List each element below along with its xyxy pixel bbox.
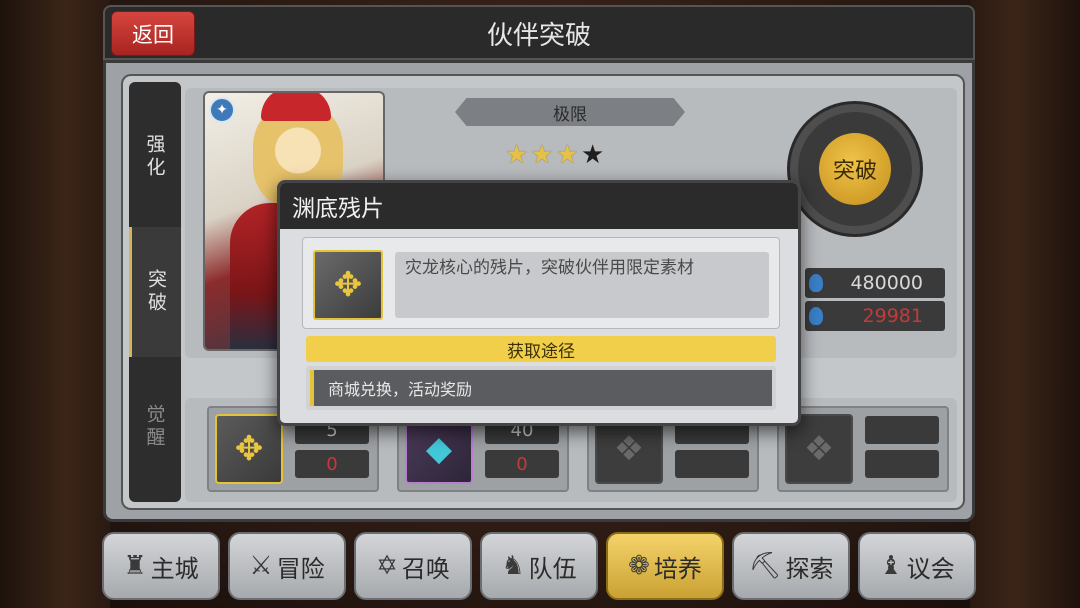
page-title: 伙伴突破: [486, 21, 591, 51]
nav-label: 培养: [653, 554, 702, 583]
nav-council[interactable]: ♝ 议会: [858, 532, 976, 600]
nav-label: 队伍: [528, 554, 577, 583]
summon-circle-icon: ✡: [376, 551, 398, 581]
item-info-dialog[interactable]: 渊底残片 ✥ 灾龙核心的残片，突破伙伴用限定素材 获取途径 商城兑换，活动奖励: [277, 180, 801, 426]
nav-main-city[interactable]: ♜ 主城: [102, 532, 220, 600]
material-need: [675, 450, 749, 478]
resource-value: 480000: [850, 272, 923, 294]
resource-crystal: 29981: [805, 301, 945, 331]
resource-value: 29981: [862, 305, 923, 327]
material-slot[interactable]: ❖: [777, 406, 949, 492]
nav-label: 召唤: [401, 554, 450, 583]
class-icon: ✦: [209, 97, 235, 123]
breakthrough-ring: 突破: [790, 104, 920, 234]
blue-crystal-icon: [809, 274, 823, 292]
filled-stars: ★★★: [505, 140, 581, 170]
nav-label: 探索: [785, 554, 834, 583]
team-icon: ♞: [501, 551, 525, 581]
background-right: [970, 0, 1080, 608]
material-need: [865, 450, 939, 478]
abyss-fragment-icon[interactable]: ✥: [215, 414, 283, 484]
cultivate-icon: ❁: [628, 551, 650, 581]
material-need: 0: [295, 450, 369, 478]
obtain-header: 获取途径: [306, 336, 776, 362]
crossed-swords-icon: ⚔: [249, 551, 273, 581]
nav-adventure[interactable]: ⚔ 冒险: [228, 532, 346, 600]
obtain-source[interactable]: 商城兑换，活动奖励: [306, 366, 776, 410]
bottom-nav: ♜ 主城 ⚔ 冒险 ✡ 召唤 ♞ 队伍 ❁ 培养 ⛏ 探索 ♝ 议会: [100, 528, 980, 604]
nav-summon[interactable]: ✡ 召唤: [354, 532, 472, 600]
nav-explore[interactable]: ⛏ 探索: [732, 532, 850, 600]
dialog-title: 渊底残片: [280, 183, 798, 229]
side-tab-bar: 强化 突破 觉醒: [129, 82, 181, 502]
obtain-source-text: 商城兑换，活动奖励: [310, 370, 772, 406]
blue-crystal-icon: [809, 307, 823, 325]
star-rating: ★★★★: [505, 140, 606, 170]
council-icon: ♝: [879, 551, 903, 581]
breakthrough-button[interactable]: 突破: [819, 133, 891, 205]
tab-enhance[interactable]: 强化: [129, 92, 181, 222]
castle-icon: ♜: [123, 551, 147, 581]
nav-cultivate[interactable]: ❁ 培养: [606, 532, 724, 600]
material-have: [865, 416, 939, 444]
item-description: 灾龙核心的残片，突破伙伴用限定素材: [395, 252, 769, 318]
nav-team[interactable]: ♞ 队伍: [480, 532, 598, 600]
material-need: 0: [485, 450, 559, 478]
header-bar: 返回 伙伴突破: [103, 5, 975, 60]
nav-label: 议会: [906, 554, 955, 583]
item-detail: ✥ 灾龙核心的残片，突破伙伴用限定素材: [302, 237, 780, 329]
background-left: [0, 0, 110, 608]
empty-stars: ★: [580, 140, 607, 170]
rank-label: 极限: [455, 98, 685, 126]
nav-label: 主城: [150, 554, 199, 583]
tab-awaken[interactable]: 觉醒: [129, 362, 181, 492]
nav-label: 冒险: [276, 554, 325, 583]
tab-breakthrough[interactable]: 突破: [129, 227, 181, 357]
portrait-hat: [261, 93, 331, 121]
abyss-fragment-icon: ✥: [313, 250, 383, 320]
resource-gold: 480000: [805, 268, 945, 298]
explore-icon: ⛏: [748, 551, 782, 581]
